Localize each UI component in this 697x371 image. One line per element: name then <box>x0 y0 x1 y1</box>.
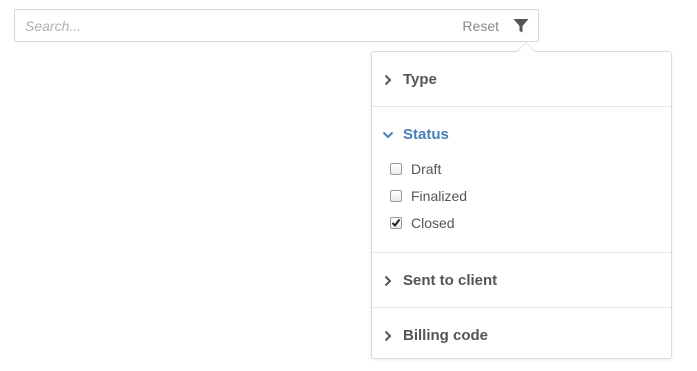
status-option-finalized[interactable]: Finalized <box>372 186 671 213</box>
filter-section-billing-code: Billing code <box>372 308 671 362</box>
filter-section-sent-to-client-header[interactable]: Sent to client <box>372 253 671 307</box>
finalized-checkbox[interactable] <box>390 190 402 202</box>
filter-panel: Type Status Draft Finalized Closed Sent … <box>371 51 672 359</box>
filter-section-title: Billing code <box>403 327 489 344</box>
option-label: Closed <box>411 215 455 231</box>
status-option-draft[interactable]: Draft <box>372 159 671 186</box>
filter-section-status-header[interactable]: Status <box>372 107 671 159</box>
chevron-right-icon <box>382 73 394 86</box>
chevron-right-icon <box>382 274 394 287</box>
filter-section-status: Status Draft Finalized Closed <box>372 107 671 253</box>
filter-section-sent-to-client: Sent to client <box>372 253 671 308</box>
dropdown-caret-fill <box>517 43 535 52</box>
status-options: Draft Finalized Closed <box>372 159 671 252</box>
filter-section-title: Status <box>403 126 449 143</box>
option-label: Finalized <box>411 188 468 204</box>
status-option-closed[interactable]: Closed <box>372 213 671 240</box>
search-bar: Reset <box>14 9 539 42</box>
chevron-down-icon <box>382 128 394 140</box>
reset-button[interactable]: Reset <box>462 18 499 34</box>
closed-checkbox[interactable] <box>390 217 402 229</box>
option-label: Draft <box>411 161 442 177</box>
search-input[interactable] <box>25 10 425 41</box>
chevron-right-icon <box>382 329 394 342</box>
filter-section-type: Type <box>372 52 671 107</box>
filter-section-title: Type <box>403 71 437 88</box>
checkmark-icon <box>391 218 401 228</box>
filter-section-type-header[interactable]: Type <box>372 52 671 106</box>
draft-checkbox[interactable] <box>390 163 402 175</box>
filter-section-billing-code-header[interactable]: Billing code <box>372 308 671 362</box>
filter-section-title: Sent to client <box>403 272 498 289</box>
filter-icon[interactable] <box>512 17 530 35</box>
